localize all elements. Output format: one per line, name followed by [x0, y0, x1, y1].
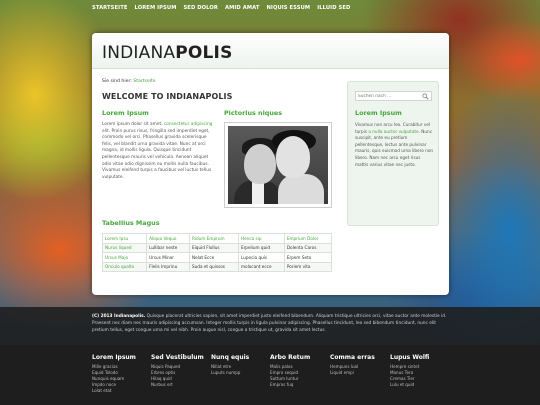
table-cell: Nurus liqued [101, 242, 148, 253]
table-cell: Onculo qualto [101, 261, 148, 272]
intro-text-1: Lorem ipsum dolor sit amet, [102, 122, 164, 127]
table-cell: Fleils Imprinu [146, 261, 190, 272]
table-header: Lorem Ipsu [101, 233, 148, 244]
table-header-row: Lorem Ipsu Aliquo Vequo Ridum Emprum Hen… [101, 233, 333, 244]
footer-link[interactable]: Lolat etat [92, 388, 147, 394]
footer-link[interactable]: Liquid empi [330, 370, 385, 376]
footer-column: Arbo Retum Malis palos Empro sequid Sutt… [270, 354, 325, 388]
footer-link[interactable]: Lulu et quid [390, 382, 445, 388]
intro-heading: Lorem Ipsum [102, 109, 149, 117]
sidebar-link[interactable]: a nulla auctor vulputate [368, 129, 418, 134]
table-header: Aliquo Vequo [146, 233, 190, 244]
table-header: Henca sip [237, 233, 285, 244]
table-cell: Suda et quissos [188, 261, 239, 272]
data-table: Lorem Ipsu Aliquo Vequo Ridum Emprum Hen… [101, 233, 333, 272]
table-heading: Tabellius Magus [102, 219, 160, 227]
site-logo[interactable]: INDIANAPOLIS [102, 43, 233, 63]
breadcrumb-prefix: Sie sind hier: [102, 79, 132, 84]
photo-frame [224, 122, 332, 208]
footer-link[interactable]: Empros fuq [270, 382, 325, 388]
footer-column-title: Lorem Ipsum [92, 354, 136, 361]
intro-paragraph: Lorem ipsum dolor sit amet, consectetur … [102, 122, 214, 181]
logo-part-2: POLIS [175, 43, 233, 63]
breadcrumb-link-home[interactable]: Startseite [133, 79, 155, 84]
picture-column: Pictorius niques [224, 109, 332, 208]
table-cell: Eiquid Flollus [188, 242, 239, 253]
search-box [355, 91, 432, 101]
footer-copyright-bar: (C) 2013 Indianapolis. Quisque placerat … [0, 307, 540, 345]
footer-column: Lupus Wolfi Hempre sintet Manus Tera Cre… [390, 354, 445, 388]
nav-item-lorem-ipsum[interactable]: LOREM IPSUM [134, 5, 176, 11]
search-icon[interactable] [422, 93, 429, 100]
table-header: Emprium Dolor [283, 233, 333, 244]
table-header: Ridum Emprum [188, 233, 239, 244]
masthead: INDIANAPOLIS [92, 33, 449, 69]
intro-link[interactable]: consectetur adipiscing [164, 122, 213, 127]
table-row: Nurus liqued Lullibar neste Eiquid Floll… [101, 242, 333, 253]
photo-shape-woman-body [278, 174, 324, 204]
footer-links: Lorem Ipsum Mille gracias Equid Tolodo N… [0, 345, 540, 405]
table-cell: Nelat Ecce [188, 252, 239, 263]
content-panel: INDIANAPOLIS Sie sind hier: Startseite W… [92, 33, 449, 295]
footer-column-title: Sed Vestibulum [151, 354, 204, 361]
table-cell: Erpem Seto [283, 252, 333, 263]
nav-item-sed-dolor[interactable]: SED DOLOR [183, 5, 218, 11]
top-navigation: STARTSEITE LOREM IPSUM SED DOLOR AMID AM… [0, 0, 540, 18]
photo-shape-shirt [252, 182, 264, 204]
table-cell: Dolenta Caros [283, 242, 333, 253]
footer-column-title: Comma erras [330, 354, 375, 361]
nav-item-niquis-essum[interactable]: NIQUIS ESSUM [266, 5, 310, 11]
nav-item-illuid-sed[interactable]: ILLUID SED [317, 5, 350, 11]
sidebar: Lorem Ipsum Vivamus non arcu leo. Curabi… [347, 81, 439, 226]
footer-link[interactable]: Luputs numpp [211, 370, 266, 376]
footer-column: Sed Vestibulum Niquis Paqued Erbres opti… [151, 354, 206, 388]
table-cell: Erpelium quid [237, 242, 285, 253]
photo-shape-woman-face [276, 136, 310, 178]
table-cell: Ursus Majo [101, 252, 148, 263]
nav-item-startseite[interactable]: STARTSEITE [92, 5, 127, 11]
search-input[interactable] [358, 93, 420, 100]
footer-column-title: Arbo Retum [270, 354, 311, 361]
footer-column-title: Lupus Wolfi [390, 354, 430, 361]
breadcrumb: Sie sind hier: Startseite [102, 79, 156, 84]
table-cell: molocant ecce [237, 261, 285, 272]
table-row: Onculo qualto Fleils Imprinu Suda et qui… [101, 261, 333, 272]
couple-photo [228, 126, 328, 204]
table-cell: Ursus Minor [146, 252, 190, 263]
intro-column: Lorem Ipsum Lorem ipsum dolor sit amet, … [102, 109, 214, 181]
nav-list: STARTSEITE LOREM IPSUM SED DOLOR AMID AM… [92, 5, 357, 11]
intro-text-2: elit. Proin purus risus, fringilla sed i… [102, 128, 212, 180]
photo-shape-man-face [244, 144, 276, 184]
table-cell: Lullibar neste [146, 242, 190, 253]
footer-column: Comma erras Hempuns lual Liquid empi [330, 354, 385, 376]
copyright-text: (C) 2013 Indianapolis. Quisque placerat … [92, 314, 449, 334]
copyright-body: Quisque placerat ultricies sapien, sit a… [92, 314, 447, 333]
sidebar-text-2: . Nunc suscipit, ante eu pretium pellent… [355, 128, 434, 167]
table-cell: Lupecia quis [237, 252, 285, 263]
sidebar-paragraph: Vivamus non arcu leo. Curabitur vel turp… [355, 122, 435, 168]
copyright-strong: (C) 2013 Indianapolis. [92, 314, 146, 319]
sidebar-heading: Lorem Ipsum [355, 109, 402, 117]
footer-column: Lorem Ipsum Mille gracias Equid Tolodo N… [92, 354, 147, 394]
footer-column: Nunq equis Nillat etre Luputs numpp [211, 354, 266, 376]
picture-heading: Pictorius niques [224, 109, 283, 117]
footer-column-title: Nunq equis [211, 354, 250, 361]
table-row: Ursus Majo Ursus Minor Nelat Ecce Lupeci… [101, 252, 333, 263]
page-title: WELCOME TO INDIANAPOLIS [102, 92, 233, 101]
footer-link[interactable]: Nurbus ert [151, 382, 206, 388]
table-cell: Poriem vita [283, 261, 333, 272]
nav-item-amid-amat[interactable]: AMID AMAT [225, 5, 259, 11]
logo-part-1: INDIANA [102, 43, 176, 63]
